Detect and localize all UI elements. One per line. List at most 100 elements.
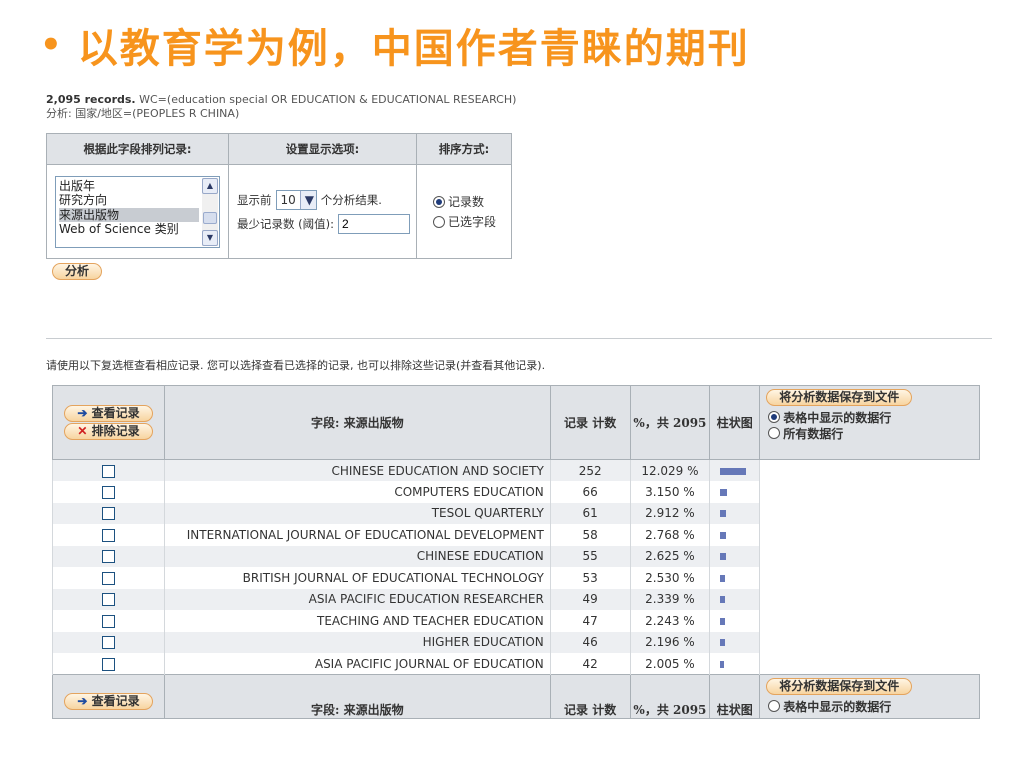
table-row: INTERNATIONAL JOURNAL OF EDUCATIONAL DEV… — [52, 524, 980, 546]
field-option[interactable]: 出版年 — [59, 179, 219, 194]
field-option[interactable]: Web of Science 类别 — [59, 222, 219, 237]
record-count-cell: 61 — [549, 502, 631, 524]
percent-cell: 2.339 % — [629, 588, 711, 610]
row-checkbox[interactable] — [101, 550, 115, 564]
listbox-scrollbar[interactable]: ▲ ▼ — [202, 177, 218, 246]
field-listbox[interactable]: 出版年 研究方向 来源出版物 Web of Science 类别 ▲ ▼ — [55, 175, 220, 248]
row-checkbox[interactable] — [101, 485, 115, 499]
save-to-file-button[interactable]: 将分析数据保存到文件 — [766, 389, 913, 406]
save-all-rows-radio[interactable]: 所有数据行 — [766, 425, 973, 441]
save-displayed-rows-radio[interactable]: 表格中显示的数据行 — [766, 409, 973, 425]
show-prefix-label: 显示前 — [237, 192, 272, 207]
chevron-down-icon[interactable]: ▼ — [299, 190, 316, 209]
pct-column-footer: %，共 2095 — [629, 674, 711, 719]
rank-field-header: 根据此字段排列记录: — [46, 133, 229, 165]
exclude-records-button[interactable]: ✕ 排除记录 — [64, 423, 153, 440]
radio-unchecked-icon[interactable] — [768, 700, 781, 712]
scroll-down-icon[interactable]: ▼ — [202, 229, 218, 246]
source-title: TESOL QUARTERLY — [163, 502, 551, 524]
bar-mark — [720, 531, 727, 539]
row-checkbox[interactable] — [101, 614, 115, 628]
arrow-right-icon: ➔ — [77, 694, 88, 708]
table-row: HIGHER EDUCATION 46 2.196 % — [52, 631, 980, 653]
pct-column-header: %，共 2095 — [629, 385, 711, 460]
bar-column-footer: 柱状图 — [709, 674, 761, 719]
count-column-header: 记录 计数 — [549, 385, 631, 460]
source-title: ASIA PACIFIC JOURNAL OF EDUCATION — [163, 653, 551, 675]
record-count: 2,095 records. — [46, 93, 136, 106]
source-title: CHINESE EDUCATION — [163, 545, 551, 567]
source-title: COMPUTERS EDUCATION — [163, 481, 551, 503]
table-row: CHINESE EDUCATION AND SOCIETY 252 12.029 % — [52, 459, 980, 481]
record-count-cell: 53 — [549, 567, 631, 589]
result-count-value: 10 — [280, 192, 296, 207]
source-title: CHINESE EDUCATION AND SOCIETY — [163, 459, 551, 481]
table-row: COMPUTERS EDUCATION 66 3.150 % — [52, 481, 980, 503]
record-count-cell: 46 — [549, 631, 631, 653]
source-title: BRITISH JOURNAL OF EDUCATIONAL TECHNOLOG… — [163, 567, 551, 589]
analysis-filter: 分析: 国家/地区=(PEOPLES R CHINA) — [46, 107, 240, 120]
bar-mark — [720, 596, 726, 604]
radio-checked-icon[interactable] — [768, 411, 781, 423]
row-checkbox[interactable] — [101, 636, 115, 650]
bar-mark — [720, 467, 747, 475]
percent-cell: 2.530 % — [629, 567, 711, 589]
bar-mark — [720, 574, 726, 582]
title-bullet: • — [40, 25, 64, 65]
record-count-cell: 66 — [549, 481, 631, 503]
analyze-button[interactable]: 分析 — [52, 263, 103, 280]
row-checkbox[interactable] — [101, 507, 115, 521]
field-column-header: 字段: 来源出版物 — [163, 385, 551, 460]
source-title: TEACHING AND TEACHER EDUCATION — [163, 610, 551, 632]
field-option[interactable]: 研究方向 — [59, 193, 219, 208]
percent-cell: 2.243 % — [629, 610, 711, 632]
field-option-selected[interactable]: 来源出版物 — [59, 207, 199, 222]
percent-cell: 2.005 % — [629, 653, 711, 675]
record-count-cell: 42 — [549, 653, 631, 675]
record-count-cell: 252 — [549, 459, 631, 481]
radio-checked-icon[interactable] — [433, 195, 445, 208]
close-icon: ✕ — [77, 424, 88, 438]
bar-mark — [720, 639, 726, 647]
slide-title: • 以教育学为例，中国作者青睐的期刊 — [40, 16, 750, 74]
table-row: CHINESE EDUCATION 55 2.625 % — [52, 545, 980, 567]
view-records-button[interactable]: ➔ 查看记录 — [64, 405, 153, 422]
row-checkbox[interactable] — [101, 571, 115, 585]
bar-column-header: 柱状图 — [709, 385, 761, 460]
percent-cell: 2.625 % — [629, 545, 711, 567]
field-column-footer: 字段: 来源出版物 — [163, 674, 551, 719]
table-row: ASIA PACIFIC EDUCATION RESEARCHER 49 2.339… — [52, 588, 980, 610]
percent-cell: 2.196 % — [629, 631, 711, 653]
title-text: 以教育学为例，中国作者青睐的期刊 — [77, 26, 750, 72]
min-records-input[interactable] — [338, 213, 411, 234]
bar-mark — [720, 510, 727, 518]
sort-by-field-radio[interactable]: 已选字段 — [417, 212, 511, 232]
view-records-button-bottom[interactable]: ➔ 查看记录 — [64, 693, 153, 710]
source-title: HIGHER EDUCATION — [163, 631, 551, 653]
result-count-select[interactable]: 10 ▼ — [275, 189, 317, 210]
record-count-cell: 49 — [549, 588, 631, 610]
table-row: TESOL QUARTERLY 61 2.912 % — [52, 502, 980, 524]
count-column-footer: 记录 计数 — [549, 674, 631, 719]
percent-cell: 2.768 % — [629, 524, 711, 546]
table-row: TEACHING AND TEACHER EDUCATION 47 2.243 % — [52, 610, 980, 632]
sort-header: 排序方式: — [416, 133, 512, 165]
row-checkbox[interactable] — [101, 464, 115, 478]
save-displayed-rows-radio-bottom[interactable]: 表格中显示的数据行 — [766, 698, 973, 714]
analysis-options-table: 根据此字段排列记录: 设置显示选项: 排序方式: 出版年 研究方向 来源出版物 … — [46, 133, 512, 259]
display-options-header: 设置显示选项: — [228, 133, 417, 165]
sort-by-count-radio[interactable]: 记录数 — [417, 192, 511, 212]
bar-mark — [720, 617, 726, 625]
record-count-cell: 55 — [549, 545, 631, 567]
row-checkbox[interactable] — [101, 657, 115, 671]
radio-unchecked-icon[interactable] — [433, 215, 445, 228]
scroll-up-icon[interactable]: ▲ — [202, 177, 218, 194]
table-row: BRITISH JOURNAL OF EDUCATIONAL TECHNOLOG… — [52, 567, 980, 589]
scroll-thumb[interactable] — [203, 211, 217, 224]
save-to-file-button-bottom[interactable]: 将分析数据保存到文件 — [766, 678, 913, 695]
percent-cell: 2.912 % — [629, 502, 711, 524]
radio-unchecked-icon[interactable] — [768, 427, 781, 439]
row-checkbox[interactable] — [101, 593, 115, 607]
row-checkbox[interactable] — [101, 528, 115, 542]
bar-mark — [720, 553, 727, 561]
